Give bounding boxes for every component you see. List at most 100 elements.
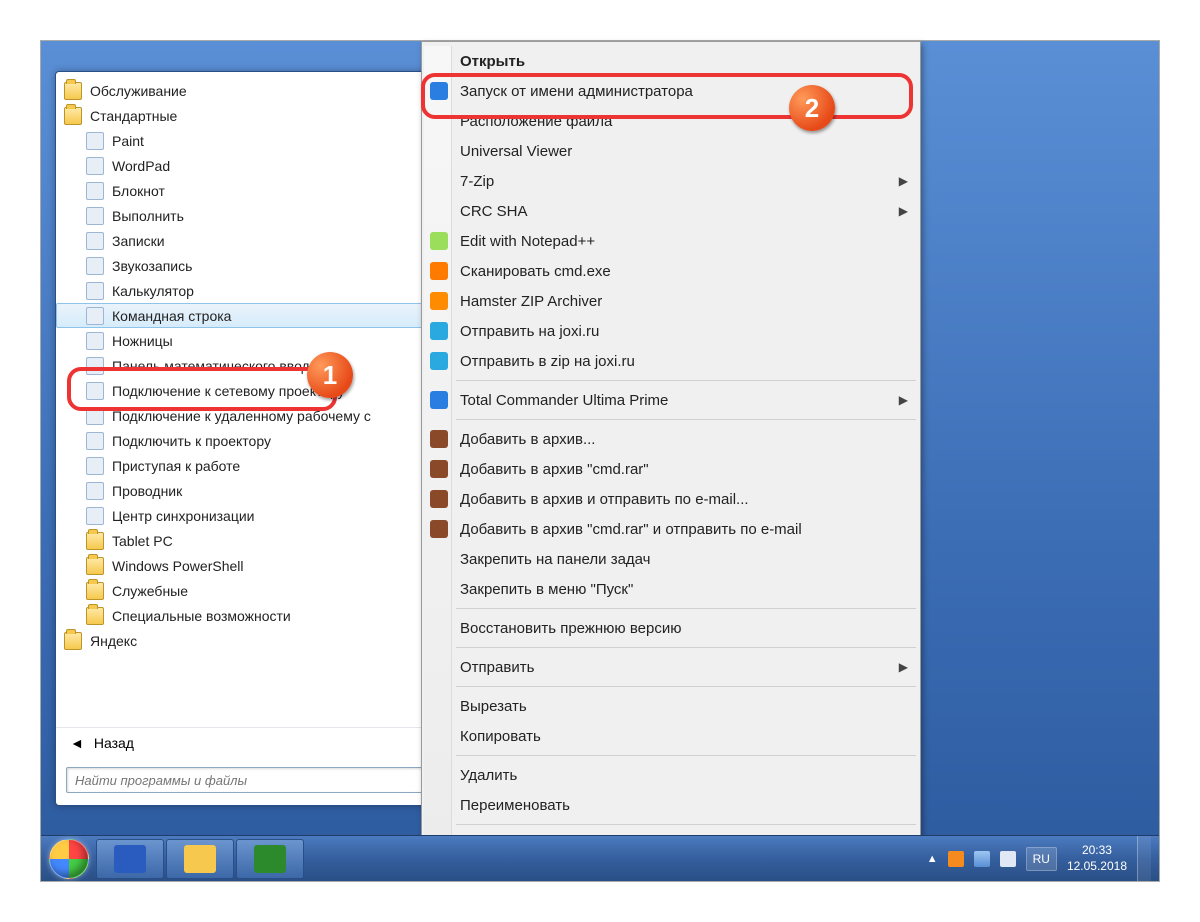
program-folder-accessories[interactable]: Стандартные	[56, 103, 444, 128]
ctx-open-location[interactable]: Расположение файла	[424, 106, 918, 136]
ctx-pin-start[interactable]: Закрепить в меню "Пуск"	[424, 574, 918, 604]
ctx-7zip[interactable]: 7-Zip▶	[424, 166, 918, 196]
program-label: Записки	[112, 233, 165, 249]
winrar-icon	[430, 490, 448, 508]
context-menu: Открыть Запуск от имени администратора Рас…	[421, 41, 921, 864]
program-label: Яндекс	[90, 633, 137, 649]
program-item-math-input[interactable]: Панель математического ввода	[56, 353, 444, 378]
program-item-sync-center[interactable]: Центр синхронизации	[56, 503, 444, 528]
ctx-joxi-zip[interactable]: Отправить в zip на joxi.ru	[424, 346, 918, 376]
explorer-icon	[184, 845, 216, 873]
ctx-rar-cmd-email[interactable]: Добавить в архив "cmd.rar" и отправить п…	[424, 514, 918, 544]
program-label: Подключение к удаленному рабочему с	[112, 408, 371, 424]
ctx-separator	[456, 824, 916, 825]
taskbar-app-explorer[interactable]	[166, 839, 234, 879]
powershell-icon	[86, 557, 104, 575]
windows-logo-icon	[49, 839, 89, 879]
show-desktop-button[interactable]	[1137, 836, 1151, 881]
ctx-item-label: Расположение файла	[460, 113, 612, 130]
ctx-joxi[interactable]: Отправить на joxi.ru	[424, 316, 918, 346]
ctx-delete[interactable]: Удалить	[424, 760, 918, 790]
volume-icon[interactable]	[1000, 851, 1016, 867]
language-indicator[interactable]: RU	[1026, 847, 1057, 871]
program-item-snipping-tool[interactable]: Ножницы	[56, 328, 444, 353]
task-manager-icon	[254, 845, 286, 873]
ctx-item-label: Universal Viewer	[460, 143, 572, 160]
ctx-item-label: Восстановить прежнюю версию	[460, 620, 681, 637]
ctx-item-label: Сканировать cmd.exe	[460, 263, 611, 280]
submenu-arrow-icon: ▶	[899, 204, 908, 218]
program-item-wordpad[interactable]: WordPad	[56, 153, 444, 178]
program-item-notepad[interactable]: Блокнот	[56, 178, 444, 203]
program-item-rdp[interactable]: Подключение к удаленному рабочему с	[56, 403, 444, 428]
tray-app-icon[interactable]	[948, 851, 964, 867]
ctx-total-commander[interactable]: Total Commander Ultima Prime▶	[424, 385, 918, 415]
program-label: Звукозапись	[112, 258, 192, 274]
program-folder-yandex[interactable]: Яндекс	[56, 628, 444, 653]
program-item-sticky-notes[interactable]: Записки	[56, 228, 444, 253]
ctx-run-as-admin[interactable]: Запуск от имени администратора	[424, 76, 918, 106]
ctx-rename[interactable]: Переименовать	[424, 790, 918, 820]
ctx-separator	[456, 380, 916, 381]
start-menu-back[interactable]: ◄ Назад	[56, 727, 444, 757]
program-item-cmd[interactable]: Командная строка	[56, 303, 444, 328]
ctx-item-label: Добавить в архив и отправить по e-mail..…	[460, 491, 749, 508]
program-label: Проводник	[112, 483, 182, 499]
taskbar-app-word[interactable]	[96, 839, 164, 879]
ctx-avast-scan[interactable]: Сканировать cmd.exe	[424, 256, 918, 286]
ctx-restore-version[interactable]: Восстановить прежнюю версию	[424, 613, 918, 643]
tc-icon	[430, 391, 448, 409]
ctx-item-label: Добавить в архив...	[460, 431, 595, 448]
ctx-npp[interactable]: Edit with Notepad++	[424, 226, 918, 256]
ctx-crc-sha[interactable]: CRC SHA▶	[424, 196, 918, 226]
ctx-item-label: Отправить в zip на joxi.ru	[460, 353, 635, 370]
ctx-copy[interactable]: Копировать	[424, 721, 918, 751]
ctx-item-label: Переименовать	[460, 797, 570, 814]
program-folder-accessibility[interactable]: Специальные возможности	[56, 603, 444, 628]
taskbar-clock[interactable]: 20:33 12.05.2018	[1067, 843, 1127, 874]
program-item-net-projector[interactable]: Подключение к сетевому проектору	[56, 378, 444, 403]
ctx-rar-add[interactable]: Добавить в архив...	[424, 424, 918, 454]
ctx-cut[interactable]: Вырезать	[424, 691, 918, 721]
taskbar-app-task-manager[interactable]	[236, 839, 304, 879]
ctx-hamster[interactable]: Hamster ZIP Archiver	[424, 286, 918, 316]
ctx-item-label: Hamster ZIP Archiver	[460, 293, 602, 310]
ctx-item-label: Добавить в архив "cmd.rar"	[460, 461, 649, 478]
ctx-universal-viewer[interactable]: Universal Viewer	[424, 136, 918, 166]
program-label: Обслуживание	[90, 83, 187, 99]
program-folder-maintenance[interactable]: Обслуживание	[56, 78, 444, 103]
ctx-item-label: 7-Zip	[460, 173, 494, 190]
accessibility-icon	[86, 607, 104, 625]
program-item-calculator[interactable]: Калькулятор	[56, 278, 444, 303]
ctx-rar-add-cmd[interactable]: Добавить в архив "cmd.rar"	[424, 454, 918, 484]
ctx-separator	[456, 608, 916, 609]
ctx-item-label: Закрепить на панели задач	[460, 551, 651, 568]
program-item-getting-started[interactable]: Приступая к работе	[56, 453, 444, 478]
program-label: Подключить к проектору	[112, 433, 271, 449]
submenu-arrow-icon: ▶	[899, 393, 908, 407]
search-input[interactable]	[66, 767, 434, 793]
program-folder-system-tools[interactable]: Служебные	[56, 578, 444, 603]
ctx-item-label: Запуск от имени администратора	[460, 83, 693, 100]
snipping-tool-icon	[86, 332, 104, 350]
program-item-explorer[interactable]: Проводник	[56, 478, 444, 503]
start-menu-programs: Обслуживание СтандартныеPaintWordPadБлокн…	[56, 72, 444, 727]
notepad-icon	[86, 182, 104, 200]
program-item-run[interactable]: Выполнить	[56, 203, 444, 228]
program-item-sound-recorder[interactable]: Звукозапись	[56, 253, 444, 278]
tray-chevron-icon[interactable]: ▲	[927, 853, 938, 865]
ctx-open[interactable]: Открыть	[424, 46, 918, 76]
ctx-rar-email[interactable]: Добавить в архив и отправить по e-mail..…	[424, 484, 918, 514]
ctx-send-to[interactable]: Отправить▶	[424, 652, 918, 682]
network-icon[interactable]	[974, 851, 990, 867]
program-item-projector[interactable]: Подключить к проектору	[56, 428, 444, 453]
program-label: Tablet PC	[112, 533, 173, 549]
ctx-pin-taskbar[interactable]: Закрепить на панели задач	[424, 544, 918, 574]
program-folder-powershell[interactable]: Windows PowerShell	[56, 553, 444, 578]
ctx-separator	[456, 647, 916, 648]
desktop-background: Обслуживание СтандартныеPaintWordPadБлокн…	[40, 40, 1160, 882]
start-button[interactable]	[43, 837, 95, 881]
start-menu: Обслуживание СтандартныеPaintWordPadБлокн…	[55, 71, 445, 806]
program-item-paint[interactable]: Paint	[56, 128, 444, 153]
program-folder-tablet-pc[interactable]: Tablet PC	[56, 528, 444, 553]
